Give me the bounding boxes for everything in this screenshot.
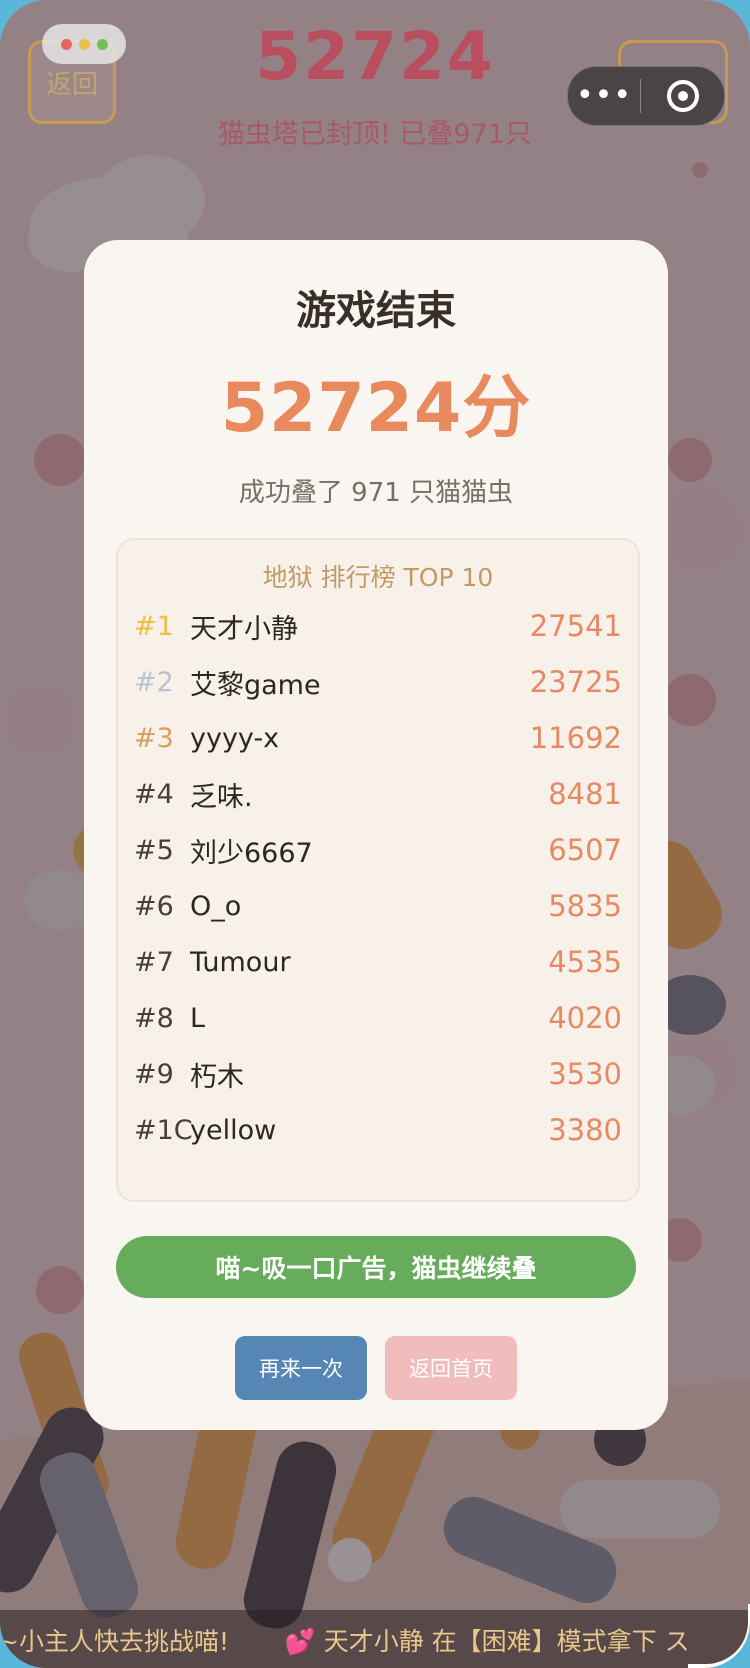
minimize-dot-icon	[78, 38, 90, 50]
leaderboard-row: #7 Tumour 4535	[134, 934, 622, 990]
player-name: yyyy-x	[190, 722, 280, 754]
player-name: 乏味.	[190, 781, 253, 813]
player-score: 6507	[548, 833, 622, 867]
more-dots-icon[interactable]: •••	[568, 67, 640, 125]
capsule-close-button[interactable]	[641, 80, 724, 112]
rank-label: #8	[134, 1002, 174, 1034]
player-score: 4535	[548, 945, 622, 979]
leaderboard-row: #5 刘少6667 6507	[134, 822, 622, 878]
watch-ad-continue-button[interactable]: 喵~吸一口广告，猫虫继续叠	[116, 1236, 636, 1298]
rank-label: #3	[134, 722, 174, 754]
rank-label: #6	[134, 890, 174, 922]
player-name: O_o	[190, 890, 242, 922]
game-screen: 返回 52724 猫虫塔已封顶! 已叠971只 52724 ••• 游戏结束 5…	[0, 0, 750, 1668]
leaderboard: 地狱 排行榜 TOP 10 #1 天才小静 27541 #2 艾黎game 23725 #3…	[116, 538, 640, 1202]
rank-label: #4	[134, 778, 174, 810]
rank-label: #1	[134, 610, 174, 642]
leaderboard-row: #1C yellow 3380	[134, 1102, 622, 1158]
rank-label: #9	[134, 1058, 174, 1090]
rank-label: #1C	[134, 1114, 193, 1146]
leaderboard-row: #8 L 4020	[134, 990, 622, 1046]
play-again-button[interactable]: 再来一次	[235, 1336, 367, 1400]
close-dot-icon	[60, 38, 72, 50]
back-home-button[interactable]: 返回首页	[385, 1336, 517, 1400]
player-score: 11692	[529, 721, 622, 755]
player-name: yellow	[190, 1114, 277, 1146]
marquee-text-a: ~小主人快去挑战喵!	[0, 1627, 229, 1656]
zoom-dot-icon	[96, 38, 108, 50]
player-name: Tumour	[190, 946, 291, 978]
leaderboard-row: #4 乏味. 8481	[134, 766, 622, 822]
rank-label: #5	[134, 834, 174, 866]
window-controls	[42, 24, 126, 64]
player-score: 5835	[548, 889, 622, 923]
leaderboard-row: #9 朽木 3530	[134, 1046, 622, 1102]
target-close-icon	[666, 80, 699, 112]
leaderboard-row: #2 艾黎game 23725	[134, 654, 622, 710]
player-name: 朽木	[190, 1061, 244, 1093]
rank-label: #7	[134, 946, 174, 978]
player-score: 4020	[548, 1001, 622, 1035]
game-over-dialog: 游戏结束 52724分 成功叠了 971 只猫猫虫 地狱 排行榜 TOP 10 …	[84, 240, 668, 1430]
player-name: 艾黎game	[190, 669, 321, 701]
player-score: 23725	[529, 665, 622, 699]
miniprogram-capsule: •••	[567, 66, 725, 126]
player-name: L	[190, 1002, 206, 1034]
stack-count-text: 成功叠了 971 只猫猫虫	[238, 478, 514, 508]
leaderboard-row: #6 O_o 5835	[134, 878, 622, 934]
rank-label: #2	[134, 666, 174, 698]
heart-icon: 💕	[284, 1627, 316, 1656]
leaderboard-row: #3 yyyy-x 11692	[134, 710, 622, 766]
marquee-text-b: 天才小静 在【困难】模式拿下 ス	[323, 1627, 690, 1656]
player-score: 3530	[548, 1057, 622, 1091]
player-score: 27541	[529, 609, 622, 643]
leaderboard-row: #1 天才小静 27541	[134, 598, 622, 654]
marquee-text: ~小主人快去挑战喵! 💕 天才小静 在【困难】模式拿下 ス	[0, 1622, 690, 1658]
dialog-title: 游戏结束	[296, 288, 456, 334]
player-name: 天才小静	[190, 613, 298, 645]
player-score: 8481	[548, 777, 622, 811]
player-score: 3380	[548, 1113, 622, 1147]
leaderboard-title: 地狱 排行榜 TOP 10	[262, 563, 494, 592]
player-name: 刘少6667	[190, 837, 313, 869]
final-score: 52724分	[220, 369, 532, 448]
announcement-marquee: ~小主人快去挑战喵! 💕 天才小静 在【困难】模式拿下 ス	[0, 1610, 750, 1668]
